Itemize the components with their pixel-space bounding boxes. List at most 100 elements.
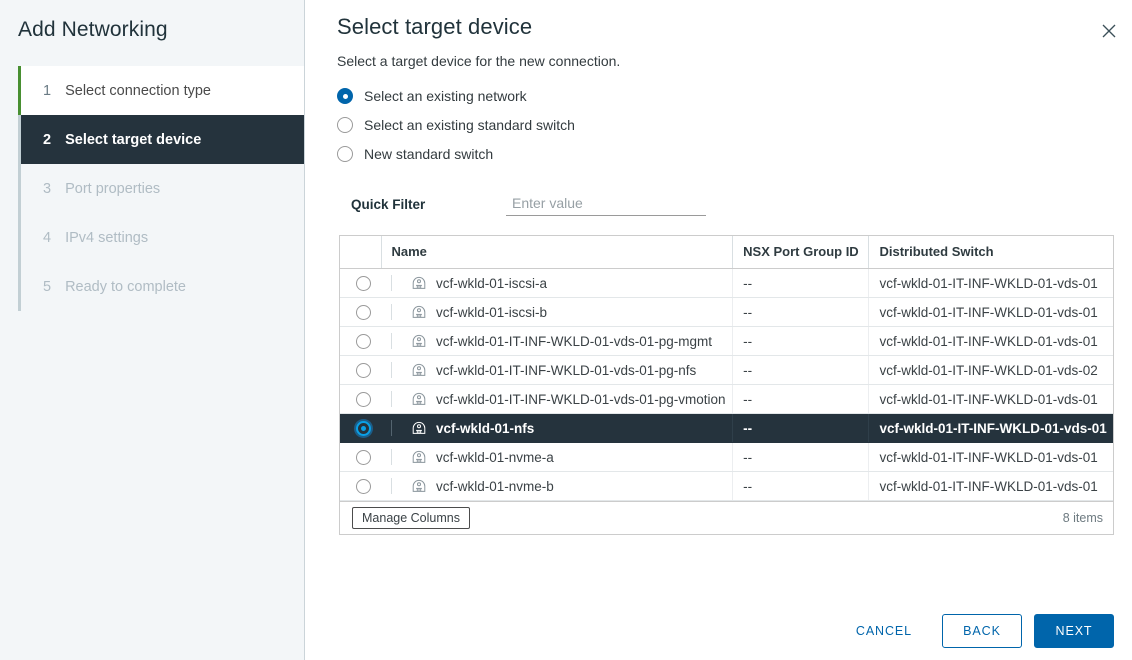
row-distributed-switch: vcf-wkld-01-IT-INF-WKLD-01-vds-01 bbox=[869, 327, 1113, 356]
port-group-icon bbox=[411, 333, 427, 349]
row-name-cell: vcf-wkld-01-nfs bbox=[381, 414, 733, 443]
row-distributed-switch: vcf-wkld-01-IT-INF-WKLD-01-vds-01 bbox=[869, 414, 1113, 443]
radio-option-existing-standard-switch[interactable]: Select an existing standard switch bbox=[337, 117, 1114, 133]
radio-indicator[interactable] bbox=[337, 117, 353, 133]
radio-label: Select an existing standard switch bbox=[364, 117, 575, 133]
table-body: vcf-wkld-01-iscsi-a--vcf-wkld-01-IT-INF-… bbox=[340, 269, 1113, 501]
step-label: Ready to complete bbox=[65, 279, 186, 295]
dialog-action-bar: CANCEL BACK NEXT bbox=[838, 614, 1114, 648]
row-select-cell[interactable] bbox=[340, 356, 381, 385]
row-name-label: vcf-wkld-01-nvme-b bbox=[436, 479, 554, 494]
column-header-nsx-port-group-id[interactable]: NSX Port Group ID bbox=[733, 236, 869, 269]
wizard-sidebar: Add Networking 1 Select connection type … bbox=[0, 0, 305, 660]
row-select-cell[interactable] bbox=[340, 298, 381, 327]
row-select-cell[interactable] bbox=[340, 443, 381, 472]
radio-option-existing-network[interactable]: Select an existing network bbox=[337, 88, 1114, 104]
back-button[interactable]: BACK bbox=[942, 614, 1022, 648]
step-number: 2 bbox=[43, 132, 51, 148]
row-name-cell: vcf-wkld-01-IT-INF-WKLD-01-vds-01-pg-mgm… bbox=[381, 327, 733, 356]
step-label: Select connection type bbox=[65, 83, 211, 99]
table-row[interactable]: vcf-wkld-01-nfs --vcf-wkld-01-IT-INF-WKLD… bbox=[340, 414, 1113, 443]
step-number: 1 bbox=[43, 83, 51, 99]
row-name-cell: vcf-wkld-01-nvme-a bbox=[381, 443, 733, 472]
port-group-icon bbox=[411, 420, 427, 436]
manage-columns-button[interactable]: Manage Columns bbox=[352, 507, 470, 529]
table-row[interactable]: vcf-wkld-01-IT-INF-WKLD-01-vds-01-pg-nfs… bbox=[340, 356, 1113, 385]
row-select-cell[interactable] bbox=[340, 414, 381, 443]
row-distributed-switch: vcf-wkld-01-IT-INF-WKLD-01-vds-01 bbox=[869, 385, 1113, 414]
row-select-cell[interactable] bbox=[340, 472, 381, 501]
radio-label: New standard switch bbox=[364, 146, 493, 162]
row-name-cell: vcf-wkld-01-IT-INF-WKLD-01-vds-01-pg-nfs bbox=[381, 356, 733, 385]
cancel-button[interactable]: CANCEL bbox=[838, 614, 930, 648]
row-nsx-port-group-id: -- bbox=[733, 327, 869, 356]
row-select-cell[interactable] bbox=[340, 385, 381, 414]
row-nsx-port-group-id: -- bbox=[733, 472, 869, 501]
row-radio[interactable] bbox=[356, 421, 371, 436]
dialog-content: Select target device Select a target dev… bbox=[305, 0, 1132, 660]
port-group-icon bbox=[411, 304, 427, 320]
row-radio[interactable] bbox=[356, 363, 371, 378]
row-radio[interactable] bbox=[356, 450, 371, 465]
row-radio[interactable] bbox=[356, 305, 371, 320]
add-networking-dialog: Add Networking 1 Select connection type … bbox=[0, 0, 1132, 660]
sidebar-step-4[interactable]: 4 IPv4 settings bbox=[21, 213, 304, 262]
table-row[interactable]: vcf-wkld-01-IT-INF-WKLD-01-vds-01-pg-vmo… bbox=[340, 385, 1113, 414]
sidebar-step-1[interactable]: 1 Select connection type bbox=[21, 66, 304, 115]
row-name-cell: vcf-wkld-01-iscsi-b bbox=[381, 298, 733, 327]
wizard-title: Add Networking bbox=[0, 0, 304, 42]
step-label: Port properties bbox=[65, 181, 160, 197]
table-row[interactable]: vcf-wkld-01-iscsi-a--vcf-wkld-01-IT-INF-… bbox=[340, 269, 1113, 298]
radio-indicator[interactable] bbox=[337, 146, 353, 162]
row-radio[interactable] bbox=[356, 479, 371, 494]
column-header-name[interactable]: Name bbox=[381, 236, 733, 269]
table-row[interactable]: vcf-wkld-01-iscsi-b--vcf-wkld-01-IT-INF-… bbox=[340, 298, 1113, 327]
row-distributed-switch: vcf-wkld-01-IT-INF-WKLD-01-vds-01 bbox=[869, 269, 1113, 298]
table-row[interactable]: vcf-wkld-01-IT-INF-WKLD-01-vds-01-pg-mgm… bbox=[340, 327, 1113, 356]
row-radio[interactable] bbox=[356, 276, 371, 291]
row-nsx-port-group-id: -- bbox=[733, 385, 869, 414]
sidebar-step-2[interactable]: 2 Select target device bbox=[21, 115, 304, 164]
row-nsx-port-group-id: -- bbox=[733, 298, 869, 327]
sidebar-step-3[interactable]: 3 Port properties bbox=[21, 164, 304, 213]
row-nsx-port-group-id: -- bbox=[733, 443, 869, 472]
row-radio[interactable] bbox=[356, 392, 371, 407]
step-label: Select target device bbox=[65, 132, 201, 148]
row-select-cell[interactable] bbox=[340, 269, 381, 298]
table-footer: Manage Columns 8 items bbox=[340, 501, 1113, 534]
item-count-label: 8 items bbox=[1063, 511, 1103, 525]
row-name-label: vcf-wkld-01-nfs bbox=[436, 421, 534, 436]
wizard-step-list: 1 Select connection type 2 Select target… bbox=[0, 66, 304, 311]
radio-indicator[interactable] bbox=[337, 88, 353, 104]
step-number: 4 bbox=[43, 230, 51, 246]
row-nsx-port-group-id: -- bbox=[733, 269, 869, 298]
row-radio[interactable] bbox=[356, 334, 371, 349]
next-button[interactable]: NEXT bbox=[1034, 614, 1114, 648]
port-group-icon bbox=[411, 449, 427, 465]
table-header-row: Name NSX Port Group ID Distributed Switc… bbox=[340, 236, 1113, 269]
row-name-label: vcf-wkld-01-IT-INF-WKLD-01-vds-01-pg-vmo… bbox=[436, 392, 726, 407]
step-number: 5 bbox=[43, 279, 51, 295]
radio-label: Select an existing network bbox=[364, 88, 527, 104]
row-nsx-port-group-id: -- bbox=[733, 414, 869, 443]
page-title: Select target device bbox=[337, 0, 1114, 40]
table-row[interactable]: vcf-wkld-01-nvme-b--vcf-wkld-01-IT-INF-W… bbox=[340, 472, 1113, 501]
close-icon[interactable] bbox=[1096, 18, 1122, 44]
quick-filter-label: Quick Filter bbox=[351, 197, 506, 212]
table-row[interactable]: vcf-wkld-01-nvme-a--vcf-wkld-01-IT-INF-W… bbox=[340, 443, 1113, 472]
port-group-icon bbox=[411, 478, 427, 494]
column-header-distributed-switch[interactable]: Distributed Switch bbox=[869, 236, 1113, 269]
port-group-icon bbox=[411, 391, 427, 407]
row-name-label: vcf-wkld-01-nvme-a bbox=[436, 450, 554, 465]
quick-filter-input[interactable] bbox=[506, 193, 706, 216]
sidebar-step-5[interactable]: 5 Ready to complete bbox=[21, 262, 304, 311]
row-name-label: vcf-wkld-01-IT-INF-WKLD-01-vds-01-pg-mgm… bbox=[436, 334, 712, 349]
port-group-icon bbox=[411, 362, 427, 378]
radio-option-new-standard-switch[interactable]: New standard switch bbox=[337, 146, 1114, 162]
row-name-cell: vcf-wkld-01-IT-INF-WKLD-01-vds-01-pg-vmo… bbox=[381, 385, 733, 414]
target-device-radio-group: Select an existing network Select an exi… bbox=[337, 88, 1114, 162]
row-distributed-switch: vcf-wkld-01-IT-INF-WKLD-01-vds-01 bbox=[869, 298, 1113, 327]
page-subtitle: Select a target device for the new conne… bbox=[337, 53, 1114, 69]
row-select-cell[interactable] bbox=[340, 327, 381, 356]
row-nsx-port-group-id: -- bbox=[733, 356, 869, 385]
